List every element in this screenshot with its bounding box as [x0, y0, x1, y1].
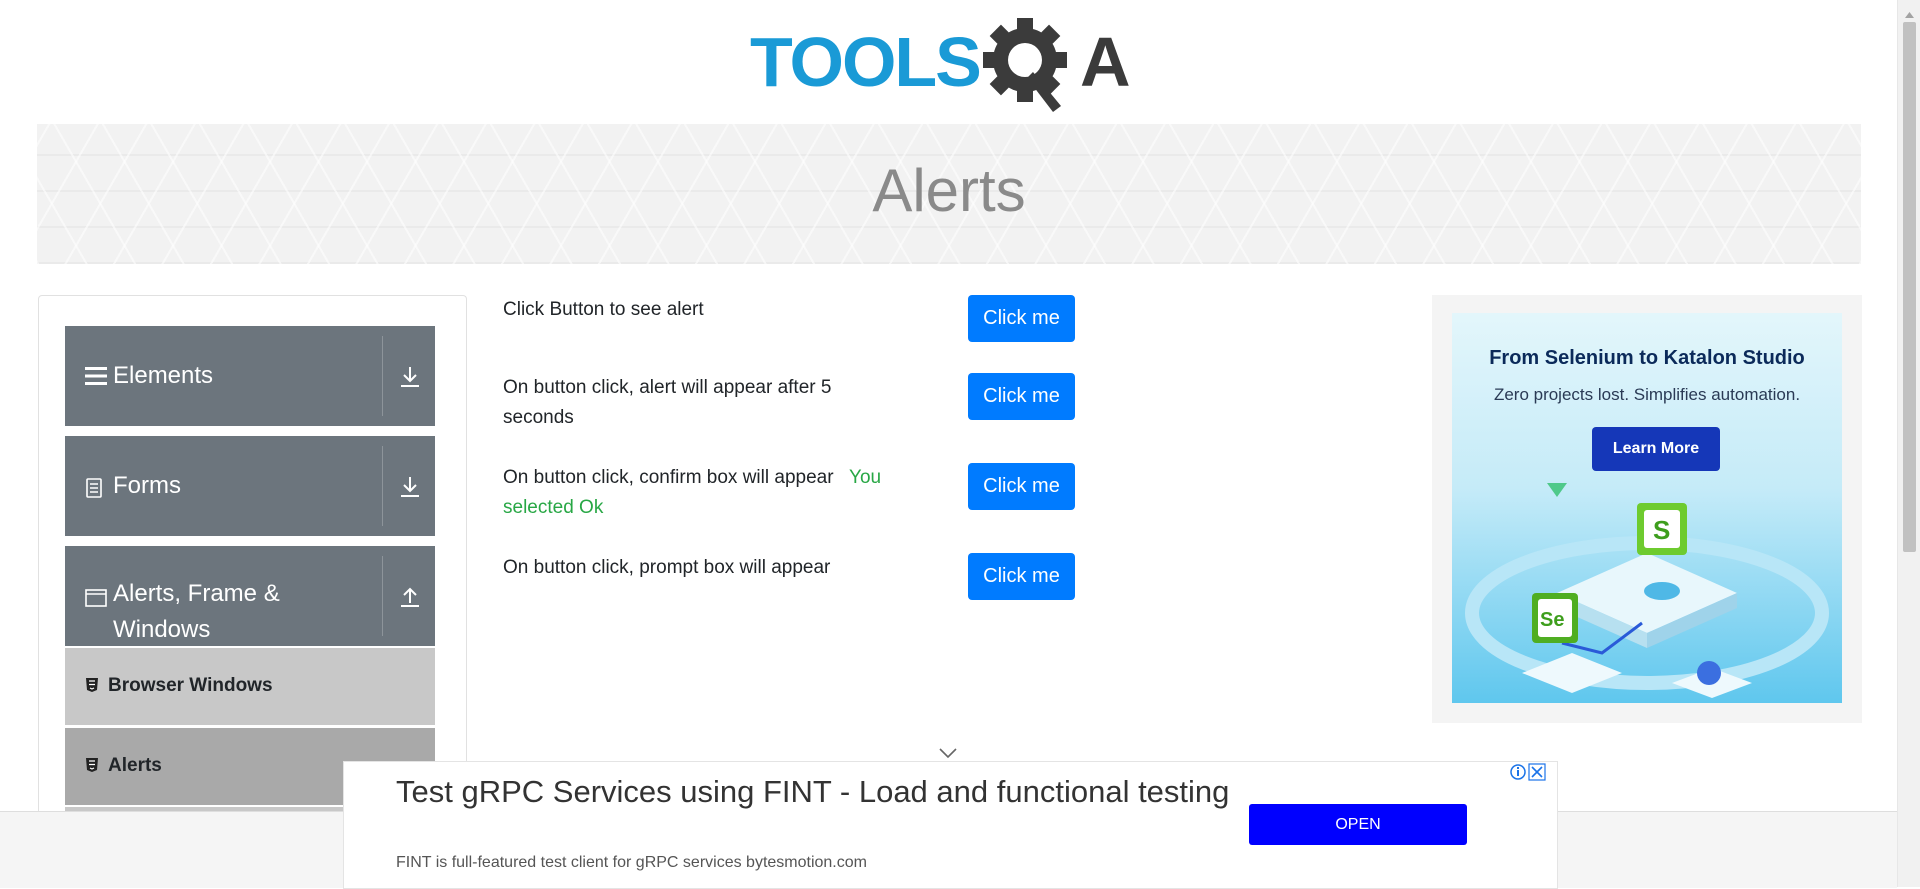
open-button[interactable]: OPEN	[1249, 804, 1467, 845]
sidebar-group-forms[interactable]: Forms	[65, 436, 435, 536]
learn-more-button[interactable]: Learn More	[1592, 427, 1720, 471]
html5-icon	[85, 677, 99, 699]
sidebar-group-label: Elements	[113, 362, 214, 389]
bottom-ad-subtitle: FINT is full-featured test client for gR…	[396, 854, 867, 871]
download-icon[interactable]	[397, 364, 423, 390]
html5-icon	[85, 757, 99, 779]
close-icon[interactable]	[1528, 763, 1546, 781]
toolsqa-logo[interactable]: TOOLS A	[750, 18, 1155, 114]
page-banner: Alerts	[37, 124, 1861, 264]
info-icon[interactable]	[1510, 764, 1526, 780]
timer-alert-button[interactable]: Click me	[968, 373, 1075, 420]
sidebar-item-label: Alerts	[108, 755, 162, 776]
logo-text-right: A	[1080, 23, 1131, 101]
divider	[382, 336, 383, 416]
alert-row-text: Click Button to see alert	[503, 299, 704, 320]
sidebar-group-elements[interactable]: Elements	[65, 326, 435, 426]
selenium-badge-text: Se	[1540, 609, 1564, 631]
prompt-row-text: On button click, prompt box will appear	[503, 557, 831, 578]
katalon-badge-text: S	[1653, 515, 1670, 545]
bottom-ad[interactable]: Test gRPC Services using FINT - Load and…	[343, 761, 1558, 889]
confirm-button[interactable]: Click me	[968, 463, 1075, 510]
gear-icon	[983, 18, 1067, 112]
sidebar-item-label: Browser Windows	[108, 675, 273, 696]
side-ad: From Selenium to Katalon Studio Zero pro…	[1432, 295, 1862, 723]
katalon-illustration-icon: S Se	[1465, 483, 1829, 698]
divider	[382, 446, 383, 526]
prompt-button[interactable]: Click me	[968, 553, 1075, 600]
scrollbar[interactable]	[1897, 0, 1920, 887]
sidebar-group-alerts-frame-windows[interactable]: Alerts, Frame & Windows	[65, 546, 435, 646]
confirm-row: On button click, confirm box will appear…	[503, 463, 943, 523]
hamburger-icon	[85, 366, 107, 391]
upload-icon[interactable]	[397, 584, 423, 610]
bottom-ad-title[interactable]: Test gRPC Services using FINT - Load and…	[396, 772, 1246, 812]
alert-button[interactable]: Click me	[968, 295, 1075, 342]
divider	[382, 556, 383, 636]
side-ad-subtitle: Zero projects lost. Simplifies automatio…	[1493, 385, 1801, 404]
ad-choices[interactable]	[1509, 762, 1547, 782]
side-ad-card[interactable]: From Selenium to Katalon Studio Zero pro…	[1452, 313, 1842, 703]
download-icon[interactable]	[397, 474, 423, 500]
document-icon	[85, 478, 103, 503]
scroll-thumb[interactable]	[1903, 22, 1916, 552]
side-ad-title: From Selenium to Katalon Studio	[1489, 347, 1805, 369]
page-title: Alerts	[872, 157, 1026, 224]
sidebar-group-label: Alerts, Frame & Windows	[113, 580, 280, 643]
confirm-row-text: On button click, confirm box will appear	[503, 467, 834, 488]
timer-alert-row-text: On button click, alert will appear after…	[503, 377, 832, 428]
sidebar-item-browser-windows[interactable]: Browser Windows	[65, 648, 435, 725]
sidebar-group-label: Forms	[113, 472, 181, 499]
window-icon	[85, 588, 107, 613]
logo-text-left: TOOLS	[750, 23, 980, 101]
